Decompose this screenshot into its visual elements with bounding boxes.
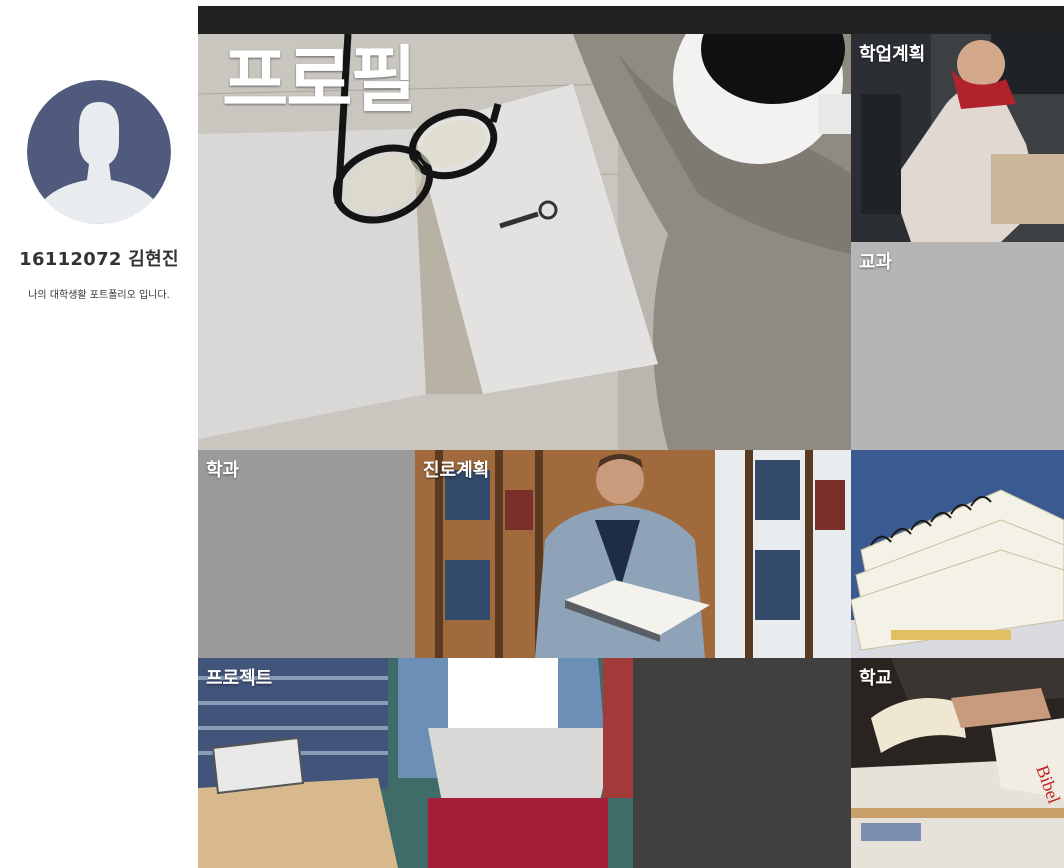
student-name: 16112072 김현진 [19, 249, 179, 270]
notebooks-photo [851, 450, 1064, 658]
tile-school[interactable]: Bibel 학교 [851, 658, 1064, 868]
tile-school-label: 학교 [859, 668, 893, 689]
profile-description: 나의 대학생활 포트폴리오 입니다. [28, 290, 170, 301]
tile-course[interactable]: 교과 [851, 242, 1064, 450]
tile-profile-label: 프로필 [222, 38, 417, 122]
tile-profile[interactable]: 프로필 [198, 34, 851, 450]
tile-project[interactable]: 프로젝트 [198, 658, 633, 868]
tile-course-label: 교과 [859, 252, 893, 273]
tile-career-plan-label: 진로계획 [423, 460, 490, 481]
avatar [27, 80, 171, 224]
user-icon [27, 80, 171, 224]
tile-notebooks-image[interactable] [851, 450, 1064, 658]
tile-grid: 프로필 학업계획 교과 학과 진로계획 프로젝트 Bibel 학교 [198, 34, 1064, 868]
tile-department[interactable]: 학과 [198, 450, 415, 658]
tile-project-label: 프로젝트 [206, 668, 273, 689]
top-bar [198, 6, 1064, 34]
tile-department-label: 학과 [206, 460, 240, 481]
tile-academic-plan-label: 학업계획 [859, 44, 926, 65]
tile-dark-blank[interactable] [633, 658, 851, 868]
tile-academic-plan[interactable]: 학업계획 [851, 34, 1064, 242]
tile-career-plan[interactable]: 진로계획 [415, 450, 851, 658]
sidebar: 16112072 김현진 나의 대학생활 포트폴리오 입니다. [0, 0, 198, 868]
